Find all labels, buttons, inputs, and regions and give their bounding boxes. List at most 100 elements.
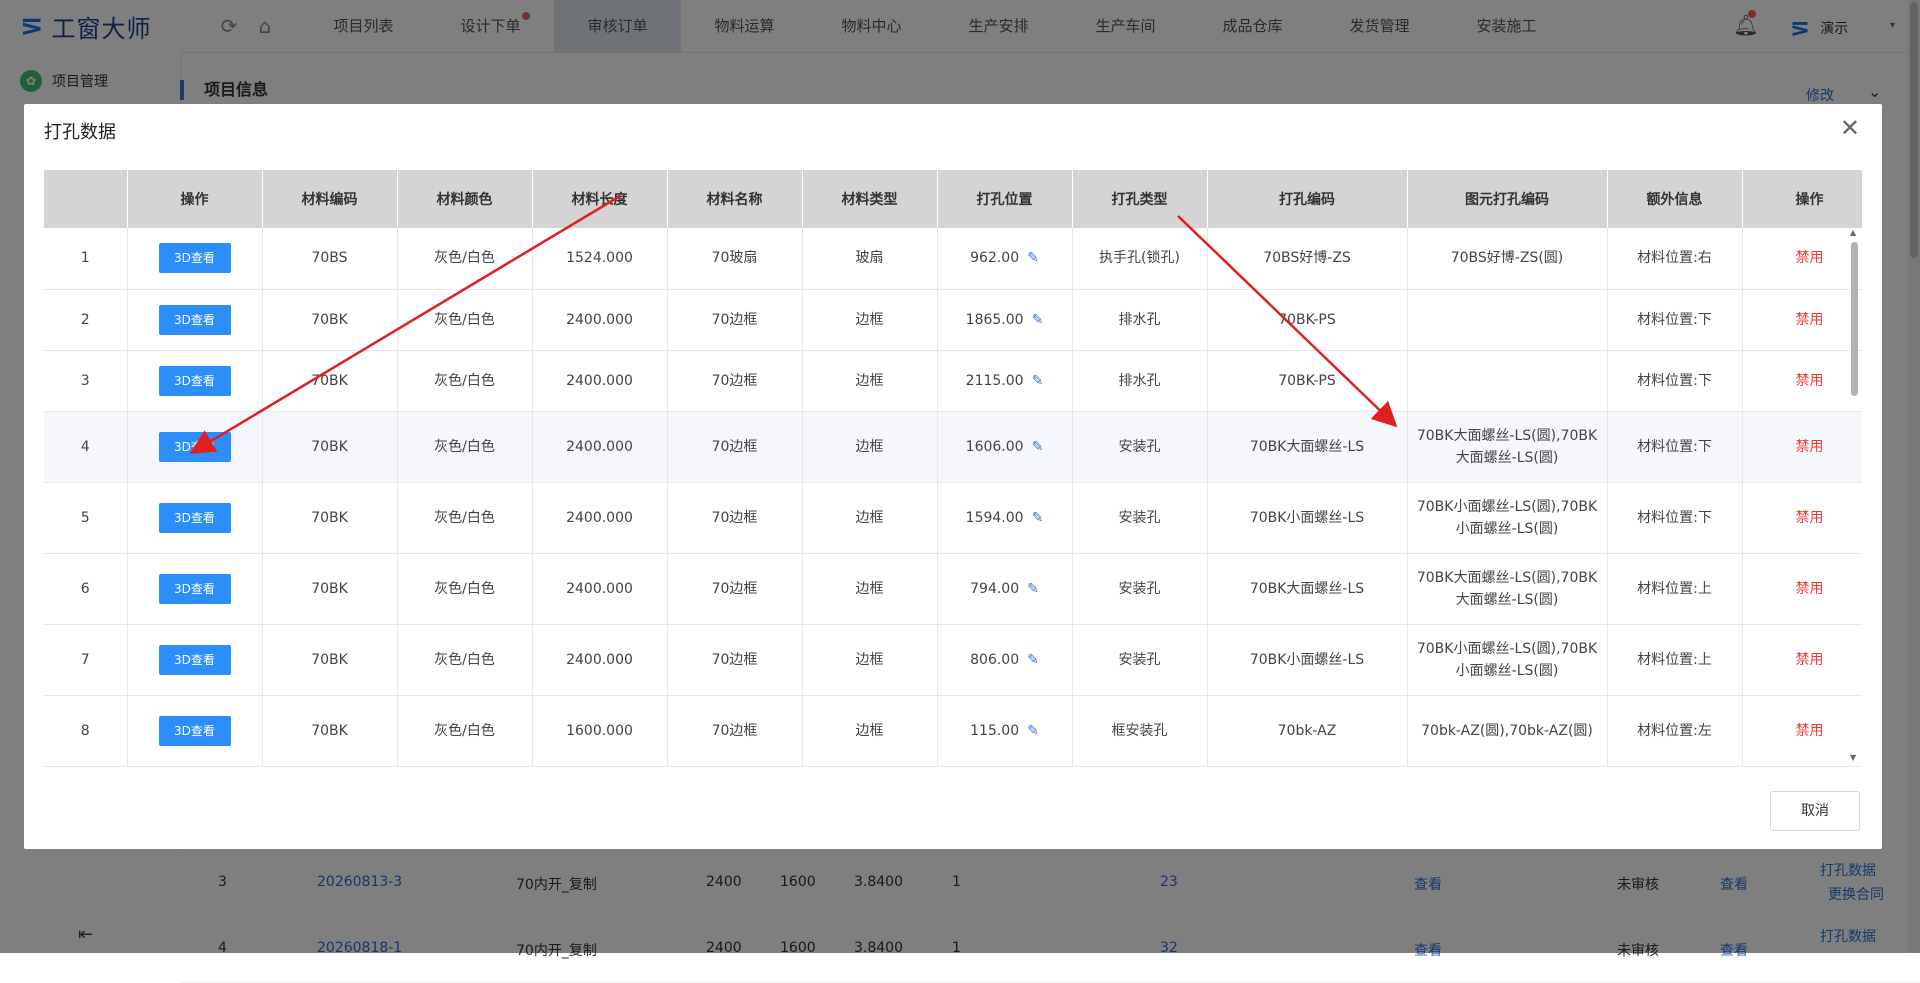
material-code: 70BK [262,350,398,412]
edit-pencil-icon[interactable]: ✎ [1027,649,1039,671]
scrollbar-thumb[interactable] [1851,242,1858,396]
row-index: 3 [44,350,128,412]
material-color: 灰色/白色 [397,350,533,412]
table-scrollbar[interactable]: ▲ ▼ [1848,228,1862,762]
drill-data-table: 操作 材料编码 材料颜色 材料长度 材料名称 材料类型 打孔位置 打孔类型 打孔编码 图元打孔编码… [44,170,1862,772]
view-3d-button[interactable]: 3D查看 [158,431,231,462]
edit-pencil-icon[interactable]: ✎ [1027,247,1039,269]
material-name: 70边框 [667,695,803,767]
hole-type: 安装孔 [1072,553,1208,625]
row-index: 2 [44,289,128,351]
hole-code: 70BK大面螺丝-LS [1207,553,1408,625]
disable-cell: 禁用 [1742,624,1862,696]
view-3d-button[interactable]: 3D查看 [158,304,231,335]
view-3d-button[interactable]: 3D查看 [158,644,231,675]
material-code: 70BK [262,624,398,696]
scroll-down-icon[interactable]: ▼ [1850,753,1856,762]
extra-info: 材料位置:下 [1607,289,1743,351]
figure-hole-code [1407,350,1608,412]
table-row: 2 3D查看 70BK 灰色/白色 2400.000 70边框 边框 1865.00 ✎ 排水孔 7… [44,289,1862,351]
figure-hole-code: 70BK小面螺丝-LS(圆),70BK小面螺丝-LS(圆) [1407,482,1608,554]
table-row: 7 3D查看 70BK 灰色/白色 2400.000 70边框 边框 806.00 ✎ 安装孔 70… [44,624,1862,696]
disable-link[interactable]: 禁用 [1796,510,1824,526]
row-index: 8 [44,695,128,767]
extra-info: 材料位置:下 [1607,482,1743,554]
disable-link[interactable]: 禁用 [1796,312,1824,328]
drill-data-dialog: 打孔数据 ✕ 操作 材料编码 材料颜色 材料长度 材料名称 材料类型 打孔位置 打孔类型 打孔编… [24,104,1882,849]
table-row: 1 3D查看 70BS 灰色/白色 1524.000 70玻扇 玻扇 962.00 ✎ 执手孔(锁… [44,228,1862,290]
material-name: 70边框 [667,624,803,696]
view-3d-cell: 3D查看 [127,289,263,351]
view-3d-button[interactable]: 3D查看 [158,243,231,274]
column-header: 打孔编码 [1207,170,1408,228]
hole-code: 70BK大面螺丝-LS [1207,411,1408,483]
disable-link[interactable]: 禁用 [1796,439,1824,455]
disable-link[interactable]: 禁用 [1796,723,1824,739]
hole-type: 排水孔 [1072,350,1208,412]
edit-pencil-icon[interactable]: ✎ [1027,578,1039,600]
column-header: 打孔位置 [937,170,1073,228]
extra-info: 材料位置:上 [1607,624,1743,696]
extra-info: 材料位置:下 [1607,411,1743,483]
extra-info: 材料位置:下 [1607,350,1743,412]
drill-position-value: 1594.00 [965,509,1024,526]
material-code: 70BK [262,695,398,767]
edit-pencil-icon[interactable]: ✎ [1032,507,1044,529]
drill-position: 962.00 ✎ [937,228,1073,290]
row-index: 5 [44,482,128,554]
view-3d-cell: 3D查看 [127,553,263,625]
view-3d-button[interactable]: 3D查看 [158,715,231,746]
edit-pencil-icon[interactable]: ✎ [1032,370,1044,392]
edit-pencil-icon[interactable]: ✎ [1027,720,1039,742]
material-type: 边框 [802,289,938,351]
disable-cell: 禁用 [1742,482,1862,554]
table-row: 4 3D查看 70BK 灰色/白色 2400.000 70边框 边框 1606.00 ✎ 安装孔 7… [44,411,1862,483]
hole-type: 排水孔 [1072,289,1208,351]
material-code: 70BK [262,289,398,351]
drill-position-value: 2115.00 [965,372,1024,389]
hole-type: 安装孔 [1072,482,1208,554]
disable-link[interactable]: 禁用 [1796,652,1824,668]
drill-position: 1594.00 ✎ [937,482,1073,554]
column-header: 材料名称 [667,170,803,228]
column-header: 打孔类型 [1072,170,1208,228]
row-index: 6 [44,553,128,625]
material-code: 70BK [262,411,398,483]
material-name: 70边框 [667,553,803,625]
view-3d-button[interactable]: 3D查看 [158,502,231,533]
drill-position-value: 115.00 [970,722,1020,739]
hole-code: 70BS好博-ZS [1207,228,1408,290]
drill-position: 1865.00 ✎ [937,289,1073,351]
material-name: 70边框 [667,350,803,412]
drill-position: 2115.00 ✎ [937,350,1073,412]
column-header: 操作 [127,170,263,228]
edit-pencil-icon[interactable]: ✎ [1032,309,1044,331]
hole-type: 执手孔(锁孔) [1072,228,1208,290]
material-name: 70边框 [667,289,803,351]
material-length: 2400.000 [532,553,668,625]
figure-hole-code: 70BK大面螺丝-LS(圆),70BK大面螺丝-LS(圆) [1407,411,1608,483]
material-type: 边框 [802,482,938,554]
view-3d-button[interactable]: 3D查看 [158,365,231,396]
figure-hole-code [1407,289,1608,351]
column-header: 图元打孔编码 [1407,170,1608,228]
disable-link[interactable]: 禁用 [1796,250,1824,266]
material-name: 70边框 [667,482,803,554]
cancel-button[interactable]: 取消 [1770,791,1860,831]
material-length: 2400.000 [532,411,668,483]
table-header: 操作 材料编码 材料颜色 材料长度 材料名称 材料类型 打孔位置 打孔类型 打孔编码 图元打孔编码… [44,170,1862,228]
drill-position-value: 806.00 [970,651,1020,668]
view-3d-cell: 3D查看 [127,350,263,412]
material-color: 灰色/白色 [397,695,533,767]
disable-link[interactable]: 禁用 [1796,581,1824,597]
edit-pencil-icon[interactable]: ✎ [1032,436,1044,458]
material-color: 灰色/白色 [397,553,533,625]
close-icon[interactable]: ✕ [1840,114,1860,142]
scroll-up-icon[interactable]: ▲ [1850,228,1856,237]
figure-hole-code: 70BK大面螺丝-LS(圆),70BK大面螺丝-LS(圆) [1407,553,1608,625]
material-length: 2400.000 [532,624,668,696]
disable-cell: 禁用 [1742,228,1862,290]
view-3d-button[interactable]: 3D查看 [158,573,231,604]
drill-position-value: 962.00 [970,250,1020,267]
disable-link[interactable]: 禁用 [1796,373,1824,389]
